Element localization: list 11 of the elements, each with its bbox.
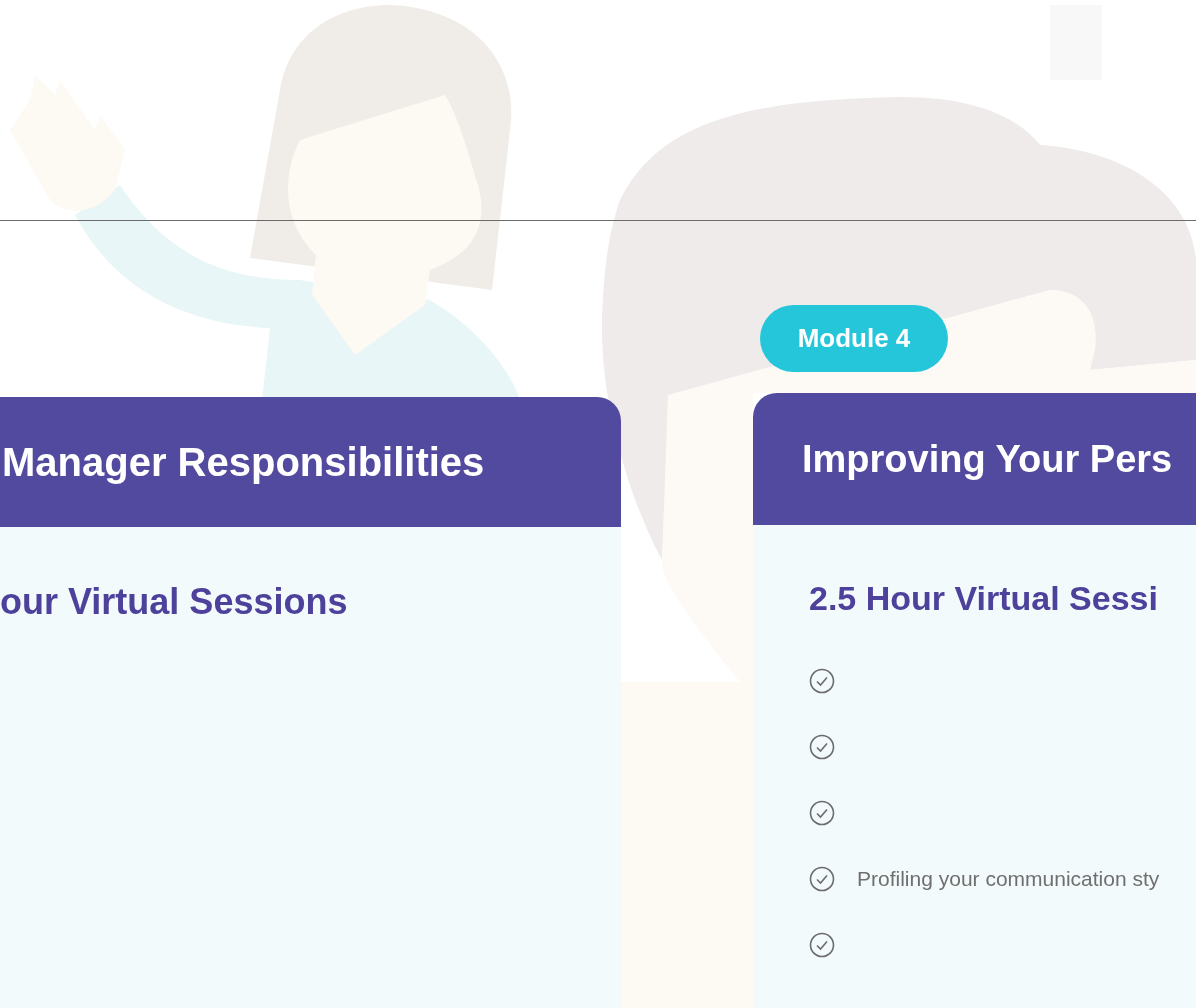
card-title: Manager Responsibilities xyxy=(2,442,485,482)
check-circle-icon xyxy=(809,865,835,892)
check-circle-icon xyxy=(809,799,835,826)
list-item-text: Profiling your communication sty xyxy=(857,865,1160,892)
check-circle-icon xyxy=(809,733,835,760)
card-title: Improving Your Pers xyxy=(802,440,1173,478)
card-subtitle: 2.5 Hour Virtual Sessi xyxy=(809,578,1158,619)
module-badge: Module 4 xyxy=(760,305,948,372)
check-circle-icon xyxy=(809,931,835,958)
card-subtitle: our Virtual Sessions xyxy=(0,580,348,624)
check-circle-icon xyxy=(809,667,835,694)
